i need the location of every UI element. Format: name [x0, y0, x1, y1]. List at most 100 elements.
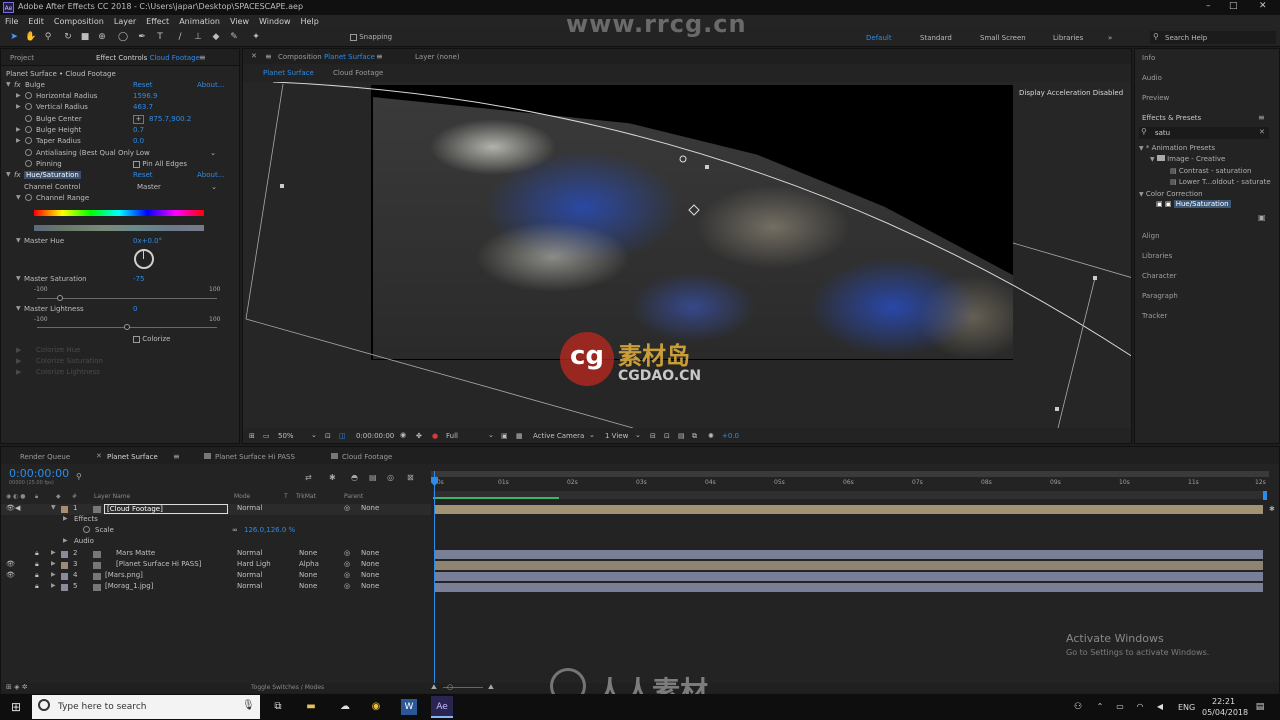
task-view-icon[interactable]: ⧉ [270, 699, 286, 715]
snapshot-camera-icon[interactable]: ◉ [400, 431, 406, 439]
language-indicator[interactable]: ENG [1178, 703, 1195, 712]
expand-triangle-icon[interactable]: ▶ [51, 582, 56, 589]
panel-info[interactable]: Info [1142, 54, 1155, 62]
panel-menu-icon[interactable]: ≡ [199, 53, 206, 62]
layer-row-5[interactable]: 🔒︎ ▶ 5 [Morag_1.jpg] Normal None ◎ None [1, 582, 431, 593]
bulge-reset-link[interactable]: Reset [133, 81, 153, 89]
more-workspaces-icon[interactable]: » [1108, 34, 1112, 42]
clock-date[interactable]: 05/04/2018 [1202, 708, 1248, 717]
pen-tool-icon[interactable]: ✒ [136, 31, 148, 43]
visibility-eye-icon[interactable]: 👁︎ [6, 504, 15, 512]
flowchart-icon[interactable]: ⧉ [692, 432, 697, 441]
help-search-input[interactable]: Search Help [1165, 34, 1207, 42]
tree-lower-third-saturate[interactable]: ▤ Lower T...oldout - saturate [1170, 178, 1271, 186]
clock-time[interactable]: 22:21 [1212, 697, 1235, 706]
file-explorer-icon[interactable]: ▬ [303, 699, 319, 715]
panel-libraries[interactable]: Libraries [1142, 252, 1172, 260]
lock-icon[interactable]: 🔒︎ [35, 582, 39, 591]
expand-triangle-icon[interactable]: ▶ [51, 549, 56, 556]
tree-color-correction[interactable]: ▼ Color Correction [1139, 190, 1203, 198]
region-of-interest-icon[interactable]: ▣ [501, 432, 508, 440]
fx-icon[interactable]: fx [14, 171, 21, 179]
hue-spectrum-bar[interactable] [34, 210, 204, 216]
layer-mode-dropdown[interactable]: Normal [237, 582, 262, 590]
layer-trkmat-dropdown[interactable]: None [299, 571, 317, 579]
tab-cloud-footage[interactable]: Cloud Footage [331, 453, 392, 461]
panel-tracker[interactable]: Tracker [1142, 312, 1167, 320]
workspace-small-screen[interactable]: Small Screen [980, 34, 1026, 42]
stopwatch-icon[interactable] [25, 103, 32, 112]
layer-parent-dropdown[interactable]: None [361, 504, 379, 512]
antialiasing-dropdown[interactable]: Low ⌄ [136, 149, 216, 157]
close-tab-icon[interactable]: ✕ [96, 452, 102, 460]
layer-mode-dropdown[interactable]: Normal [237, 504, 262, 512]
master-hue-dial[interactable] [134, 249, 154, 269]
panel-audio[interactable]: Audio [1142, 74, 1162, 82]
layer-bar-4[interactable] [435, 572, 1263, 581]
layer-name[interactable]: Mars Matte [116, 549, 155, 557]
expand-triangle-icon[interactable]: ▶ [16, 137, 21, 144]
lock-icon[interactable]: 🔒︎ [35, 560, 39, 569]
grid-icon[interactable]: ⊡ [325, 432, 331, 440]
pickwhip-icon[interactable]: ◎ [344, 504, 350, 512]
expand-triangle-icon[interactable]: ▶ [51, 571, 56, 578]
channel-control-dropdown[interactable]: Master ⌄ [137, 183, 217, 191]
fx-icon[interactable]: fx [14, 81, 21, 89]
frame-blending-icon[interactable]: ▤ [369, 473, 377, 482]
collapse-triangle-icon[interactable]: ▼ [6, 81, 11, 88]
puppet-tool-icon[interactable]: ✦ [250, 31, 262, 43]
word-icon[interactable]: W [401, 699, 417, 715]
workspace-standard[interactable]: Standard [920, 34, 952, 42]
wifi-icon[interactable]: ◠ [1132, 699, 1148, 715]
close-tab-icon[interactable]: ✕ [251, 52, 257, 60]
monitor-icon[interactable]: ▭ [263, 432, 270, 440]
expand-triangle-icon[interactable]: ▶ [16, 103, 21, 110]
toggle-pixel-icon[interactable]: ⊟ [650, 432, 656, 440]
rotate-tool-icon[interactable]: ↻ [62, 31, 74, 43]
zoom-out-icon[interactable]: ⛰ [431, 683, 437, 692]
zoom-tool-icon[interactable]: ⚲ [42, 31, 54, 43]
time-ruler[interactable]: 00s 01s 02s 03s 04s 05s 06s 07s 08s 09s … [431, 479, 1269, 489]
effects-search-input[interactable]: satu [1155, 129, 1170, 137]
panel-menu-icon[interactable]: ≡ [173, 452, 180, 461]
resolution-dropdown[interactable]: Full [446, 432, 458, 440]
expand-triangle-icon[interactable]: ▶ [16, 126, 21, 133]
scale-value[interactable]: 126.0,126.0 % [244, 526, 295, 534]
visibility-eye-icon[interactable]: 👁︎ [6, 560, 15, 568]
show-channel-icon[interactable]: ✤ [416, 432, 422, 440]
graph-editor-icon[interactable]: ⊠ [407, 473, 414, 482]
pickwhip-icon[interactable]: ◎ [344, 560, 350, 568]
clone-stamp-tool-icon[interactable]: ⊥ [192, 31, 204, 43]
work-area-bar[interactable] [431, 471, 1269, 477]
stopwatch-icon[interactable] [25, 137, 32, 146]
stopwatch-icon[interactable] [25, 115, 32, 124]
search-icon[interactable]: ⚲ [76, 472, 82, 481]
layer-row-1[interactable]: 👁︎ ◀ ▼ 1 [Cloud Footage] Normal ◎ None [1, 504, 431, 515]
layer-mode-dropdown[interactable]: Normal [237, 571, 262, 579]
panel-align[interactable]: Align [1142, 232, 1160, 240]
transparency-grid-icon[interactable]: ▦ [516, 432, 523, 440]
menu-effect[interactable]: Effect [146, 17, 169, 26]
zoom-dropdown[interactable]: 50% [278, 432, 294, 440]
panel-menu-icon[interactable]: ≡ [376, 52, 383, 61]
hue-saturation-about-link[interactable]: About... [197, 171, 224, 179]
work-area-end-handle[interactable] [1263, 491, 1267, 500]
hand-tool-icon[interactable]: ✋ [25, 31, 37, 43]
stopwatch-icon[interactable] [25, 194, 32, 203]
scale-subrow[interactable]: Scale ∞ 126.0,126.0 % [1, 526, 431, 537]
taskbar-search-input[interactable]: Type here to search [58, 702, 146, 712]
master-hue-value[interactable]: 0x+0.0° [133, 237, 162, 245]
hue-saturation-reset-link[interactable]: Reset [133, 171, 153, 179]
layer-mode-dropdown[interactable]: Normal [237, 549, 262, 557]
collapse-triangle-icon[interactable]: ▼ [6, 171, 11, 178]
motion-blur-icon[interactable]: ◎ [387, 473, 394, 482]
stopwatch-icon[interactable] [25, 149, 32, 158]
tab-planet-surface[interactable]: Planet Surface [107, 453, 158, 461]
menu-help[interactable]: Help [301, 17, 319, 26]
fast-preview-icon[interactable]: ⊡ [664, 432, 670, 440]
tab-effect-controls[interactable]: Effect Controls Cloud Footage [96, 54, 200, 62]
snapping-toggle[interactable]: Snapping [350, 33, 392, 41]
network-icon[interactable]: ▭ [1112, 699, 1128, 715]
saturation-slider-knob[interactable] [56, 295, 63, 301]
taper-radius-value[interactable]: 0.0 [133, 137, 144, 145]
